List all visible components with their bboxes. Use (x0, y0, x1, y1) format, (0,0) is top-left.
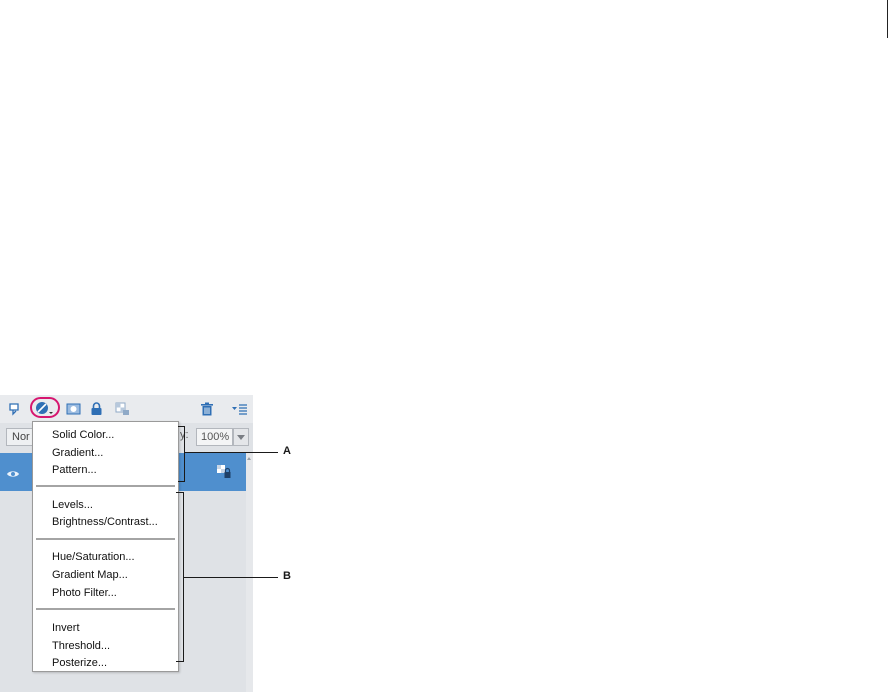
layer-mask-icon[interactable] (66, 402, 81, 416)
menu-separator (36, 538, 175, 540)
lock-all-icon[interactable] (90, 402, 105, 416)
callout-label-b: B (283, 570, 291, 582)
menu-item-levels[interactable]: Levels... (52, 498, 93, 512)
menu-item-invert[interactable]: Invert (52, 621, 80, 635)
menu-item-gradient-map[interactable]: Gradient Map... (52, 568, 128, 582)
panel-menu-icon[interactable] (231, 402, 247, 416)
new-layer-icon[interactable] (8, 402, 23, 416)
menu-item-posterize[interactable]: Posterize... (52, 656, 107, 670)
menu-item-hue-saturation[interactable]: Hue/Saturation... (52, 550, 135, 564)
menu-item-pattern[interactable]: Pattern... (52, 463, 97, 477)
opacity-field[interactable]: 100% (196, 428, 233, 446)
layer-lock-icon (216, 464, 231, 484)
callout-bracket-a (178, 426, 185, 482)
menu-separator (36, 485, 175, 487)
menu-item-solid-color[interactable]: Solid Color... (52, 428, 114, 442)
menu-item-gradient[interactable]: Gradient... (52, 446, 103, 460)
callout-label-a: A (283, 445, 291, 457)
opacity-dropdown-button[interactable] (233, 428, 249, 446)
callout-line-a (185, 452, 278, 453)
layers-toolbar (0, 395, 253, 423)
visibility-eye-icon[interactable] (6, 466, 20, 484)
menu-item-brightness-contrast[interactable]: Brightness/Contrast... (52, 515, 158, 529)
callout-bracket-b (176, 492, 184, 662)
adjustment-highlight-ring (30, 397, 60, 418)
menu-item-threshold[interactable]: Threshold... (52, 639, 110, 653)
layers-scrollbar[interactable] (246, 453, 253, 692)
menu-item-photo-filter[interactable]: Photo Filter... (52, 586, 117, 600)
adjustment-layer-menu: Solid Color... Gradient... Pattern... Le… (32, 421, 179, 672)
page-edge-mark (887, 0, 888, 38)
callout-line-b (184, 577, 278, 578)
lock-transparency-icon[interactable] (115, 402, 130, 416)
menu-separator (36, 608, 175, 610)
trash-icon[interactable] (200, 402, 215, 416)
